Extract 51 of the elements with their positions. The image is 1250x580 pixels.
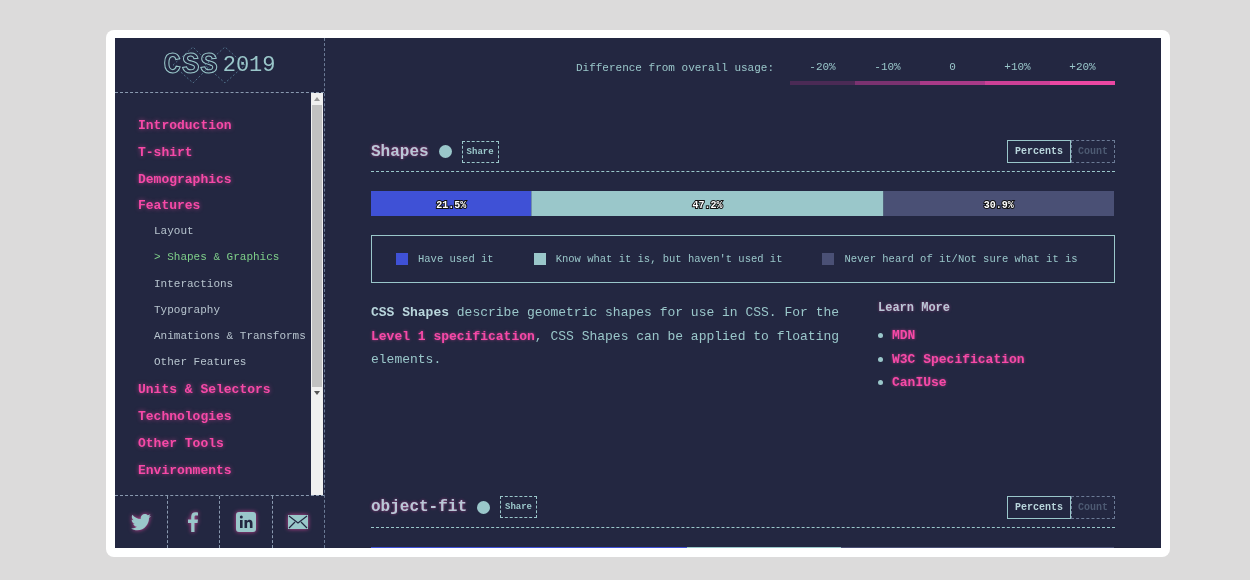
sidebar-subitem[interactable]: Layout bbox=[138, 225, 194, 252]
logo-year: 2019 bbox=[222, 52, 276, 78]
sidebar-item[interactable]: Demographics bbox=[138, 171, 232, 199]
sidebar-item[interactable]: Environments bbox=[138, 462, 232, 490]
sidebar-item[interactable]: Units & Selectors bbox=[138, 382, 271, 410]
sidebar-subitem[interactable]: Typography bbox=[138, 303, 220, 330]
bar-value-label: 21.5% bbox=[436, 199, 467, 211]
scale-label: 0 bbox=[949, 61, 956, 73]
scale-label: -10% bbox=[874, 61, 901, 73]
legend-label: Never heard of it/Not sure what it is bbox=[844, 253, 1078, 265]
toggle-button[interactable]: Percents bbox=[1006, 495, 1071, 519]
twitter-icon[interactable] bbox=[130, 513, 151, 531]
scrollbar[interactable] bbox=[311, 93, 323, 495]
down-arrow-icon[interactable] bbox=[314, 391, 320, 395]
resource-link[interactable]: CanIUse bbox=[892, 375, 947, 391]
scale-label: -20% bbox=[809, 61, 836, 73]
resource-link[interactable]: W3C Specification bbox=[892, 351, 1025, 367]
sidebar-item[interactable]: Technologies bbox=[138, 409, 232, 436]
facebook-icon[interactable] bbox=[188, 512, 199, 532]
share-button[interactable]: Share bbox=[500, 496, 538, 518]
legend-swatch bbox=[396, 253, 408, 265]
scale-label: +20% bbox=[1069, 61, 1096, 73]
description-text: CSS Shapes describe geometric shapes for use in CSS. For the Level 1 specification, CSS Shapes can be applied to floating elements. bbox=[371, 304, 841, 369]
sidebar-subitem[interactable]: > Shapes & Graphics bbox=[138, 251, 280, 278]
linkedin-icon[interactable] bbox=[235, 512, 256, 532]
section-title: Shapes bbox=[371, 142, 429, 161]
sidebar-item[interactable]: Other Tools bbox=[138, 435, 224, 463]
sidebar-item[interactable]: Introduction bbox=[138, 118, 232, 145]
logo-wordmark: CSS bbox=[163, 48, 219, 82]
sidebar-item[interactable]: T-shirt bbox=[138, 144, 193, 172]
dot-icon bbox=[477, 500, 490, 514]
bar-value-label: 47.2% bbox=[692, 199, 723, 211]
dot-icon bbox=[438, 145, 452, 158]
sidebar-item[interactable]: Features bbox=[138, 198, 201, 226]
legend-label: Difference from overall usage: bbox=[575, 61, 774, 74]
legend-label: Know what it is, but haven't used it bbox=[555, 253, 783, 265]
sidebar-subitem[interactable]: Other Features bbox=[138, 356, 247, 383]
sidebar-subitem[interactable]: Animations & Transforms bbox=[138, 329, 306, 357]
resource-link[interactable]: MDN bbox=[892, 328, 916, 344]
scale-label: +10% bbox=[1004, 61, 1031, 73]
learn-more-heading: Learn More bbox=[878, 301, 951, 315]
toggle-button[interactable]: Percents bbox=[1006, 140, 1071, 163]
section-title: object-fit bbox=[371, 498, 467, 516]
legend-label: Have used it bbox=[418, 253, 494, 265]
bar-value-label: 30.9% bbox=[983, 199, 1014, 211]
legend-swatch bbox=[822, 253, 835, 265]
share-button[interactable]: Share bbox=[461, 140, 499, 163]
sidebar-subitem[interactable]: Interactions bbox=[138, 277, 234, 304]
spec-link[interactable]: Level 1 specification bbox=[371, 328, 535, 344]
legend-swatch bbox=[533, 253, 546, 265]
envelope-icon[interactable] bbox=[288, 515, 309, 529]
